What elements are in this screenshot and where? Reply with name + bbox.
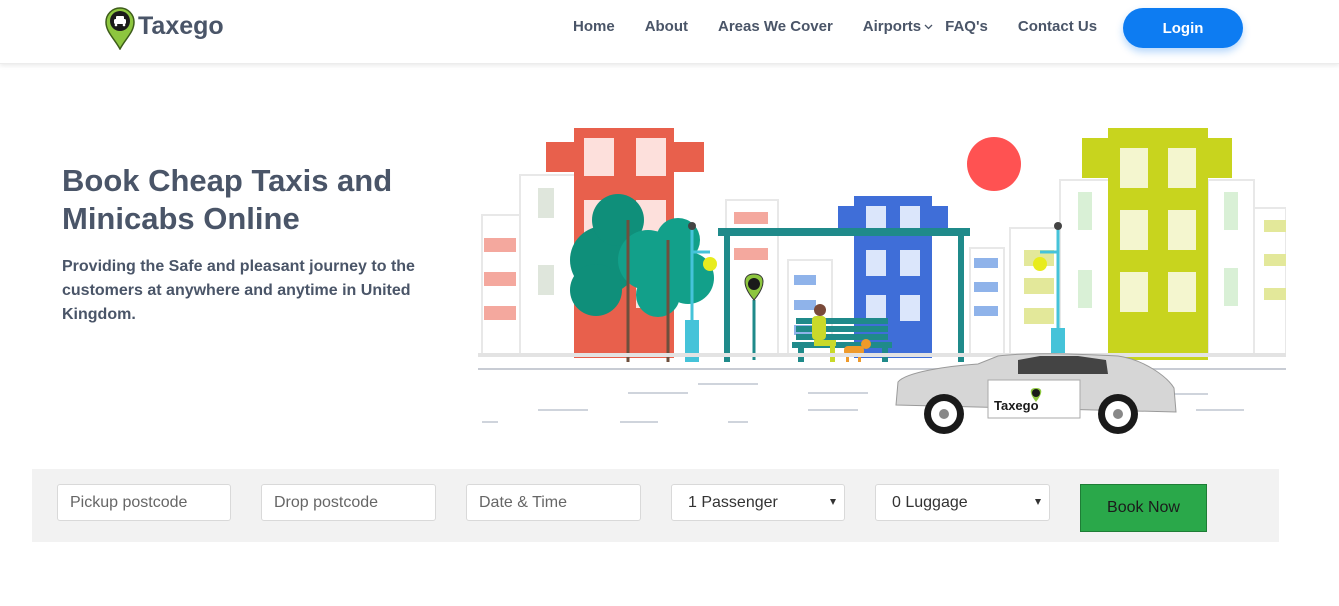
hero-subtitle: Providing the Safe and pleasant journey … <box>62 258 415 323</box>
brand-name: Taxego <box>138 11 224 40</box>
taxi-car: Taxego <box>895 353 1177 434</box>
nav-about[interactable]: About <box>645 18 688 35</box>
drop-postcode-input[interactable] <box>261 484 436 521</box>
nav-airports[interactable]: Airports <box>863 18 933 35</box>
nav-home[interactable]: Home <box>573 18 615 35</box>
passenger-select[interactable]: 1 Passenger <box>671 484 845 521</box>
nav-areas-we-cover[interactable]: Areas We Cover <box>718 18 833 35</box>
taxi-pin-icon <box>105 7 135 50</box>
logo[interactable]: Taxego <box>104 6 224 50</box>
luggage-select-value: 0 Luggage <box>892 493 968 511</box>
login-button[interactable]: Login <box>1123 8 1243 48</box>
nav-faqs[interactable]: FAQ's <box>945 18 988 35</box>
city-taxi-illustration: Taxego <box>478 128 1286 434</box>
nav-airports-label: Airports <box>862 18 922 35</box>
site-header: Taxego Home About Areas We Cover Airport… <box>0 0 1339 64</box>
chevron-down-icon <box>924 24 933 29</box>
main-nav: Home About Areas We Cover Airports FAQ's… <box>573 18 1127 35</box>
pickup-postcode-input[interactable] <box>57 484 231 521</box>
sun <box>967 137 1021 191</box>
date-time-input[interactable] <box>466 484 641 521</box>
dropdown-arrow-icon <box>1035 499 1041 505</box>
book-now-button[interactable]: Book Now <box>1080 484 1207 532</box>
hero-title: Book Cheap Taxis and Minicabs Online <box>62 163 393 236</box>
luggage-select[interactable]: 0 Luggage <box>875 484 1050 521</box>
passenger-select-value: 1 Passenger <box>688 493 778 511</box>
dropdown-arrow-icon <box>830 499 836 505</box>
car-brand-text: Taxego <box>994 398 1039 413</box>
blue-building <box>838 196 948 358</box>
nav-contact-us[interactable]: Contact Us <box>1018 18 1097 35</box>
booking-form: 1 Passenger 0 Luggage Book Now <box>32 469 1279 542</box>
